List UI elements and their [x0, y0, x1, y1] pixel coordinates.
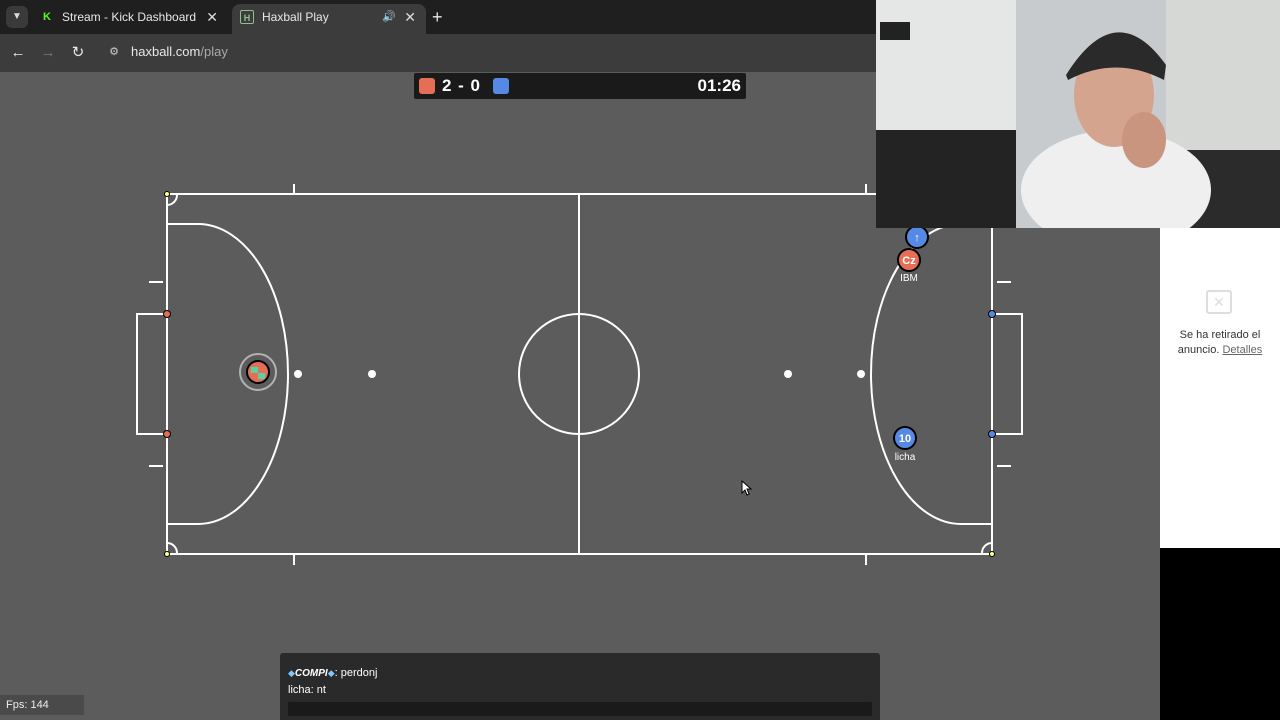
scoreboard: 2 - 0 01:26: [414, 73, 746, 99]
chat-text: : perdonj: [334, 667, 378, 679]
player-name-label: licha: [894, 452, 916, 463]
ad-details-link[interactable]: Detalles: [1222, 344, 1262, 356]
chat-message: ◆COMPI◆: perdonj: [288, 667, 377, 679]
chat-input[interactable]: [288, 702, 872, 716]
player-name-label: IBM: [900, 273, 918, 284]
left-penalty-arc: [167, 223, 289, 525]
closed-ad-icon: ✕: [1206, 290, 1232, 314]
chat-message: licha: nt: [288, 684, 326, 696]
player-avatar: 10: [899, 433, 911, 445]
corner-post: [164, 191, 170, 197]
chat-box: ◆COMPI◆: perdonj licha: nt: [280, 653, 880, 720]
corner-post: [989, 551, 995, 557]
diamond-icon: ◆: [327, 668, 335, 678]
left-goal-post: [163, 310, 171, 318]
right-penalty-arc: [870, 223, 992, 525]
left-goal-post: [163, 430, 171, 438]
fps-counter: Fps: 144: [0, 695, 84, 715]
chat-nick: COMPI: [294, 668, 328, 679]
right-goal-post: [988, 430, 996, 438]
penalty-spot: [368, 370, 376, 378]
red-team-indicator: [419, 78, 435, 94]
webcam-overlay: [876, 0, 1280, 228]
diamond-icon: ◆: [288, 668, 295, 678]
blue-team-indicator: [493, 78, 509, 94]
corner-post: [164, 551, 170, 557]
right-goal: [992, 313, 1023, 435]
right-goal-post: [988, 310, 996, 318]
chat-text: licha: nt: [288, 684, 326, 696]
left-goal: [136, 313, 167, 435]
ad-removed-panel: ✕ Se ha retirado el anuncio. Detalles: [1160, 228, 1280, 548]
penalty-spot: [294, 370, 302, 378]
score: 2 - 0: [442, 76, 482, 95]
player-avatar: Cz: [902, 255, 916, 267]
penalty-spot: [784, 370, 792, 378]
player-avatar: ↑: [914, 232, 920, 244]
match-clock: 01:26: [697, 76, 741, 95]
right-panel-black: [1160, 548, 1280, 720]
penalty-spot: [857, 370, 865, 378]
svg-text:▀▄: ▀▄: [251, 366, 266, 380]
mouse-cursor-icon: [741, 480, 753, 496]
